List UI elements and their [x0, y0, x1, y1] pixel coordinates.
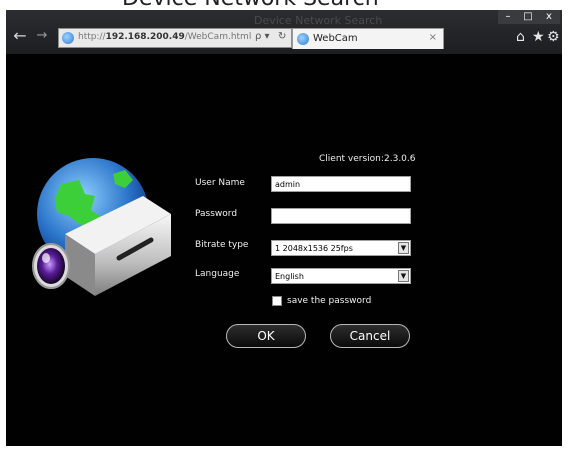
bitrate-label: Bitrate type [195, 240, 249, 250]
ie-tab-icon [297, 33, 309, 45]
bitrate-select[interactable]: 1 2048x1536 25fps ▼ [271, 240, 411, 256]
close-window-button[interactable]: x [538, 10, 560, 24]
search-dropdown-icon[interactable]: ρ ▾ [255, 31, 270, 42]
tab-close-icon[interactable]: × [429, 32, 437, 43]
language-label: Language [195, 269, 240, 279]
background-window-title: Device Network Search [254, 14, 383, 27]
forward-arrow-icon[interactable]: → [34, 28, 50, 44]
username-input[interactable]: admin [271, 176, 411, 192]
username-label: User Name [195, 178, 245, 188]
address-url[interactable]: http://192.168.200.49/WebCam.html [78, 32, 251, 42]
url-host: 192.168.200.49 [105, 32, 185, 42]
cancel-button[interactable]: Cancel [330, 324, 410, 348]
top-strip: Device Network Search [0, 0, 568, 10]
bitrate-selected-value: 1 2048x1536 25fps [275, 244, 353, 253]
address-bar[interactable]: http://192.168.200.49/WebCam.html ρ ▾ ↻ [58, 28, 292, 48]
settings-gear-icon[interactable]: ⚙ [547, 29, 560, 45]
ok-button[interactable]: OK [226, 324, 306, 348]
language-selected-value: English [275, 272, 304, 281]
browser-chrome: Device Network Search ← → http://192.168… [6, 10, 562, 54]
page-heading: Device Network Search [122, 0, 379, 10]
tab-webcam[interactable]: WebCam × [292, 28, 444, 49]
url-prefix: http:// [78, 32, 106, 42]
password-label: Password [195, 209, 238, 219]
url-path: /WebCam.html [184, 32, 252, 42]
client-version-label: Client version: [319, 154, 384, 164]
client-version-value: 2.3.0.6 [384, 154, 416, 164]
tab-title: WebCam [313, 33, 358, 44]
refresh-icon[interactable]: ↻ [278, 31, 286, 42]
back-arrow-icon[interactable]: ← [12, 28, 28, 44]
save-password-checkbox[interactable] [272, 296, 282, 306]
webcam-login-page: Client version: 2.3.0.6 User Name admin … [6, 54, 562, 446]
password-input[interactable] [271, 208, 411, 224]
save-password-label: save the password [287, 296, 372, 306]
maximize-button[interactable]: □ [518, 10, 538, 24]
home-icon[interactable]: ⌂ [516, 29, 525, 45]
favorites-star-icon[interactable]: ★ [532, 29, 545, 45]
language-select[interactable]: English ▼ [271, 268, 411, 284]
chevron-down-icon[interactable]: ▼ [398, 270, 409, 282]
ie-page-icon [62, 32, 74, 44]
minimize-button[interactable]: – [498, 10, 518, 24]
camera-globe-icon [32, 158, 171, 296]
chevron-down-icon[interactable]: ▼ [398, 242, 409, 254]
